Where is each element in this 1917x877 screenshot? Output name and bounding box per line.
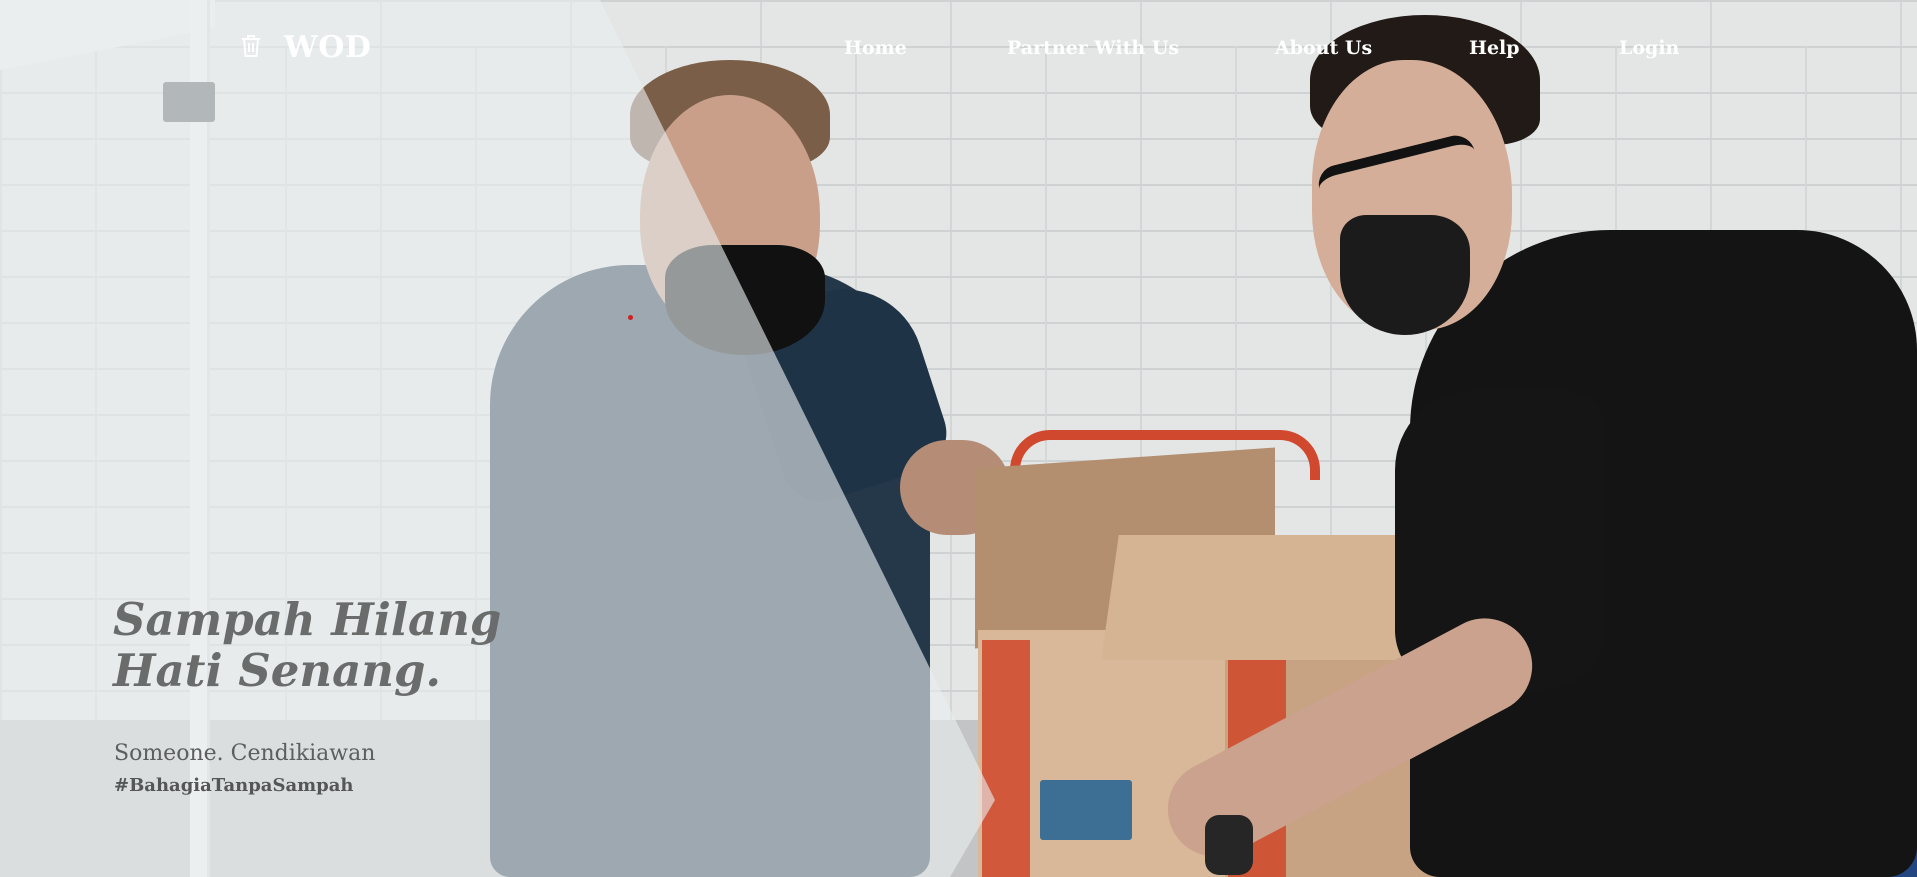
nav-about-us[interactable]: About Us — [1275, 37, 1372, 59]
nav-login[interactable]: Login — [1619, 37, 1679, 59]
brand-name: WOD — [284, 30, 372, 65]
headline-line-2: Hati Senang. — [113, 644, 442, 697]
wristwatch — [1205, 815, 1253, 875]
top-navbar: WOD Home Partner With Us About Us Help L… — [0, 0, 1917, 100]
hero-headline: Sampah Hilang Hati Senang. — [113, 594, 553, 696]
brand-logo[interactable]: WOD — [240, 30, 371, 65]
trash-icon — [240, 34, 262, 62]
hero-section: WOD Home Partner With Us About Us Help L… — [0, 0, 1917, 877]
box-logo-image — [1040, 780, 1132, 840]
nav-home[interactable]: Home — [844, 37, 907, 59]
nav-partner-with-us[interactable]: Partner With Us — [1007, 37, 1179, 59]
quote-author: Someone. Cendikiawan — [114, 741, 376, 766]
headline-line-1: Sampah Hilang — [113, 593, 502, 646]
nav-help[interactable]: Help — [1469, 37, 1520, 59]
hashtag: #BahagiaTanpaSampah — [114, 775, 354, 796]
